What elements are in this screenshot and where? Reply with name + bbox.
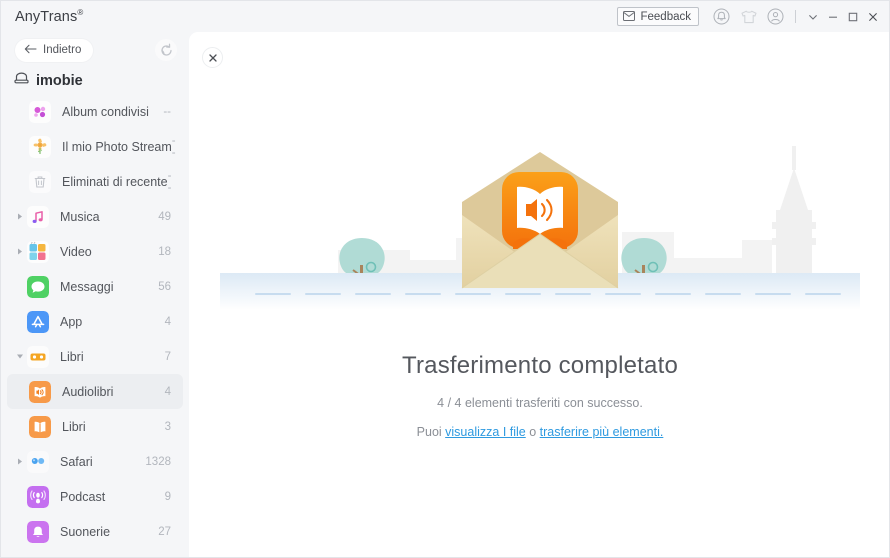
links-middle: o (525, 425, 540, 439)
sidebar-item-count: 9 (164, 490, 171, 503)
podcast-icon (27, 485, 49, 508)
chevron-right-icon[interactable] (15, 457, 24, 466)
sidebar-list: Album condivisi -- Il mio Photo Stream -- El… (1, 93, 189, 549)
close-icon[interactable] (863, 7, 883, 27)
titlebar-actions: Feedback (617, 6, 883, 27)
sidebar-item-label: Il mio Photo Stream (62, 139, 172, 154)
shared-albums-icon (29, 100, 51, 123)
sidebar-item-audiolibri[interactable]: Audiolibri 4 (7, 374, 183, 409)
books-group-icon (27, 345, 49, 368)
sidebar-item-label: Messaggi (60, 279, 114, 294)
book-icon (29, 415, 51, 438)
sidebar-item-libri[interactable]: Libri 7 (7, 339, 183, 374)
sidebar-item-label: Safari (60, 454, 93, 469)
sidebar-item-count: 18 (158, 245, 171, 258)
sidebar-item-eliminati-di-recente[interactable]: Eliminati di recente -- (7, 164, 183, 199)
messages-icon (27, 275, 49, 298)
sidebar-item-count: -- (171, 134, 176, 159)
video-icon (27, 240, 49, 263)
device-header[interactable]: imobie (1, 68, 189, 93)
sidebar-item-messaggi[interactable]: Messaggi 56 (7, 269, 183, 304)
sidebar-item-count: 4 (164, 315, 171, 328)
tshirt-icon[interactable] (738, 6, 759, 27)
sidebar-item-podcast[interactable]: Podcast 9 (7, 479, 183, 514)
arrow-left-icon (24, 41, 37, 59)
page-title: Trasferimento completato (401, 352, 679, 379)
app-title-text: AnyTrans (15, 8, 78, 25)
safari-icon (27, 450, 49, 473)
content-panel: Trasferimento completato 4 / 4 elementi … (189, 32, 889, 557)
sidebar-item-app[interactable]: App 4 (7, 304, 183, 339)
sidebar-item-label: Eliminati di recente (62, 174, 168, 189)
feedback-button[interactable]: Feedback (617, 7, 699, 26)
app-title: AnyTrans® (15, 8, 83, 25)
ringtone-icon (27, 520, 49, 543)
chevron-right-icon[interactable] (15, 212, 24, 221)
appstore-icon (27, 310, 49, 333)
sidebar-item-count: 4 (164, 385, 171, 398)
sidebar-item-libri[interactable]: Libri 3 (7, 409, 183, 444)
envelope-icon (623, 8, 636, 26)
sidebar-item-suonerie[interactable]: Suonerie 27 (7, 514, 183, 549)
sidebar-item-label: Libri (60, 349, 84, 364)
sidebar-item-video[interactable]: Video 18 (7, 234, 183, 269)
chevron-right-icon[interactable] (15, 247, 24, 256)
title-bar: AnyTrans® Feedback (1, 1, 889, 32)
sidebar-item-label: Video (60, 244, 92, 259)
sidebar-item-count: 3 (164, 420, 171, 433)
sidebar-item-safari[interactable]: Safari 1328 (7, 444, 183, 479)
device-name: imobie (36, 73, 83, 89)
links-prefix: Puoi (416, 425, 446, 439)
transfer-summary: 4 / 4 elementi trasferiti con successo. (437, 396, 643, 410)
sidebar-item-count: 7 (164, 350, 171, 363)
sidebar-item-count: 1328 (145, 455, 171, 468)
sidebar-item-label: Audiolibri (62, 384, 114, 399)
transfer-message: Trasferimento completato 4 / 4 elementi … (189, 352, 889, 439)
sidebar-toolbar: Indietro (1, 32, 189, 68)
anytrans-window: AnyTrans® Feedback Indietro imobie Album… (0, 0, 890, 558)
device-icon (14, 72, 29, 90)
sidebar-item-il-mio-photo-stream[interactable]: Il mio Photo Stream -- (7, 129, 183, 164)
back-button[interactable]: Indietro (15, 38, 94, 62)
sidebar-item-label: Podcast (60, 489, 106, 504)
sidebar-item-count: 56 (158, 280, 171, 293)
chevron-down-icon[interactable] (15, 352, 24, 361)
trash-icon (29, 170, 51, 193)
audiobook-icon (29, 380, 51, 403)
registered-mark: ® (77, 8, 84, 18)
close-icon[interactable] (202, 47, 223, 68)
sidebar-item-musica[interactable]: Musica 49 (7, 199, 183, 234)
sidebar-item-label: Libri (62, 419, 86, 434)
sidebar-item-label: Suonerie (60, 524, 111, 539)
back-label: Indietro (43, 44, 82, 56)
photo-stream-icon (29, 135, 51, 158)
sidebar-item-album-condivisi[interactable]: Album condivisi -- (7, 94, 183, 129)
sidebar-item-count: -- (167, 169, 172, 194)
transfer-complete-stage: Trasferimento completato 4 / 4 elementi … (189, 32, 889, 557)
envelope-audiobook-illustration (220, 110, 860, 310)
account-icon[interactable] (765, 6, 786, 27)
transfer-actions: Puoi visualizza I file o trasferire più … (189, 425, 889, 439)
view-files-link[interactable]: visualizza I file (445, 425, 526, 439)
sidebar-item-count: 49 (158, 210, 171, 223)
sidebar-item-count: 27 (158, 525, 171, 538)
refresh-icon[interactable] (155, 39, 177, 61)
titlebar-divider (795, 10, 796, 23)
sidebar-item-label: Musica (60, 209, 100, 224)
sidebar-item-label: Album condivisi (62, 104, 149, 119)
feedback-label: Feedback (640, 10, 691, 23)
minimize-icon[interactable] (823, 7, 843, 27)
maximize-icon[interactable] (843, 7, 863, 27)
sidebar-item-count: -- (163, 105, 171, 118)
sidebar-item-label: App (60, 314, 83, 329)
chevron-down-icon[interactable] (803, 7, 823, 27)
bell-icon[interactable] (711, 6, 732, 27)
transfer-more-link[interactable]: trasferire più elementi. (540, 425, 664, 439)
music-icon (27, 205, 49, 228)
sidebar: Indietro imobie Album condivisi -- Il mio … (1, 32, 189, 557)
